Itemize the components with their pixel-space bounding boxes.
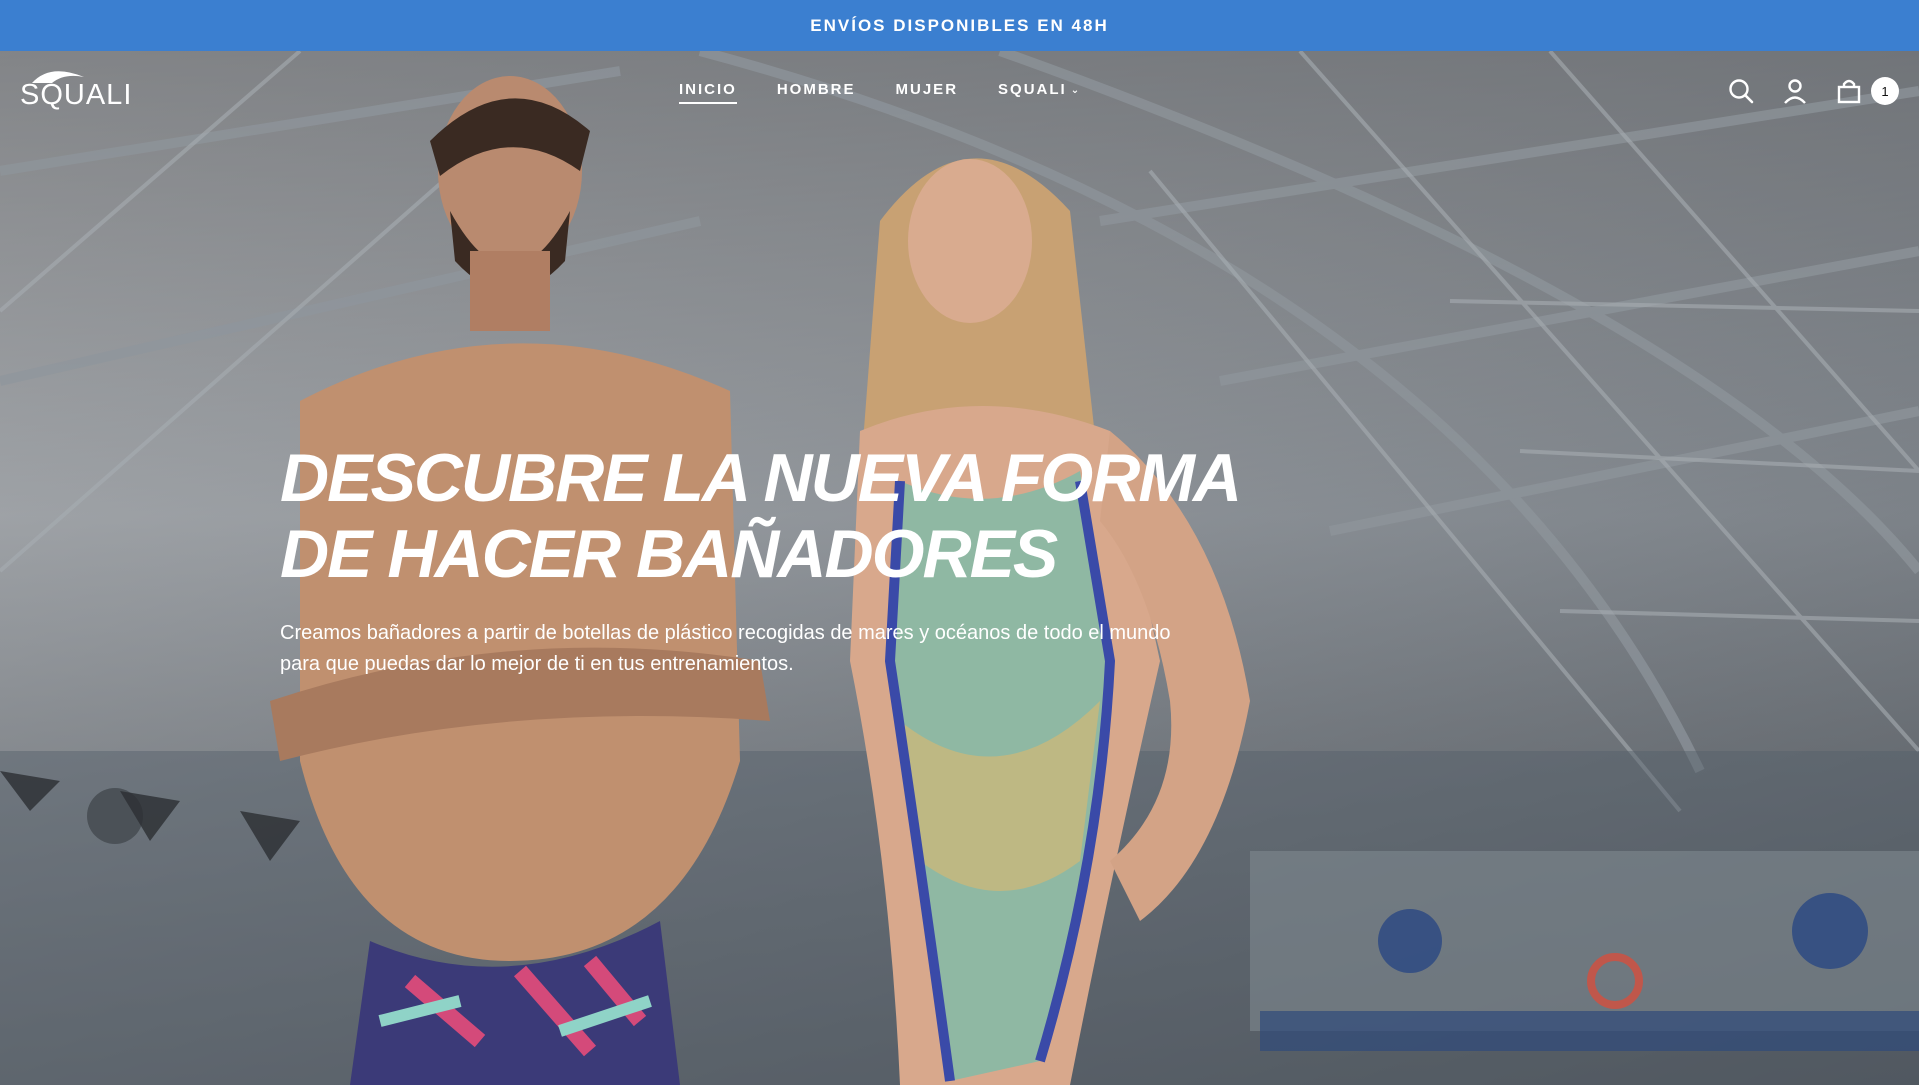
nav-item-label: INICIO (679, 81, 737, 98)
nav-item-hombre[interactable]: HOMBRE (777, 81, 856, 104)
hero-content: DESCUBRE LA NUEVA FORMA DE HACER BAÑADOR… (280, 440, 1280, 680)
announcement-text: ENVÍOS DISPONIBLES EN 48H (810, 15, 1109, 35)
nav-item-mujer[interactable]: MUJER (896, 81, 959, 104)
nav-item-label: HOMBRE (776, 81, 856, 98)
nav-item-inicio[interactable]: INICIO (679, 81, 737, 104)
search-icon[interactable] (1727, 77, 1755, 105)
cart-count-badge: 1 (1871, 77, 1899, 105)
cart-button[interactable]: 1 (1835, 77, 1899, 105)
hero-title-line-1: DESCUBRE LA NUEVA FORMA (280, 440, 1242, 516)
hero-subtitle: Creamos bañadores a partir de botellas d… (280, 618, 1240, 680)
nav-item-label: MUJER (895, 81, 959, 98)
site-header: SQUALI INICIO HOMBRE MUJER SQUALI ⌄ 1 (0, 51, 1919, 131)
cart-icon (1835, 77, 1863, 105)
hero-subtitle-line-1: Creamos bañadores a partir de botellas d… (280, 622, 1171, 644)
hero-title-line-2: DE HACER BAÑADORES (280, 516, 1058, 592)
main-nav: INICIO HOMBRE MUJER SQUALI ⌄ (679, 81, 1081, 104)
squali-logo[interactable]: SQUALI (20, 63, 132, 111)
announcement-bar: ENVÍOS DISPONIBLES EN 48H (0, 0, 1919, 51)
hero-title: DESCUBRE LA NUEVA FORMA DE HACER BAÑADOR… (280, 440, 1280, 592)
header-actions: 1 (1727, 77, 1899, 105)
nav-item-squali[interactable]: SQUALI ⌄ (998, 81, 1081, 104)
nav-item-label: SQUALI (998, 81, 1067, 98)
hero-subtitle-line-2: para que puedas dar lo mejor de ti en tu… (280, 653, 794, 675)
logo-text: SQUALI (20, 79, 133, 111)
account-icon[interactable] (1781, 77, 1809, 105)
chevron-down-icon: ⌄ (1070, 85, 1082, 96)
